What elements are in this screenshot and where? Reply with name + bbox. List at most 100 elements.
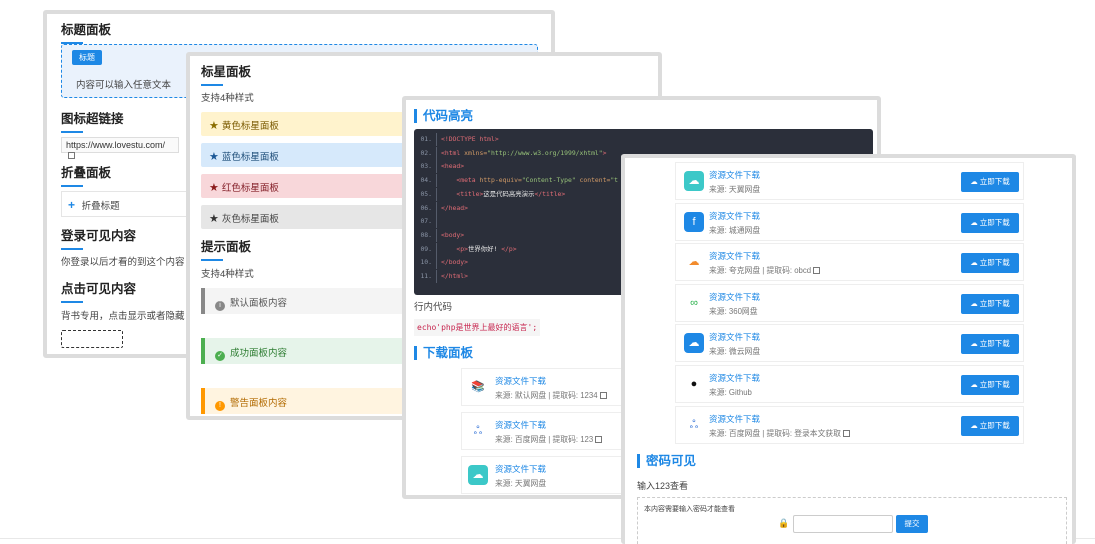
copy-icon[interactable] — [813, 267, 821, 275]
heading-underline — [201, 259, 223, 261]
line-number: 01. — [420, 135, 432, 143]
section-title-fold: 折叠面板 — [61, 162, 111, 187]
download-title-link[interactable]: 资源文件下载 — [709, 169, 760, 181]
section-title-panel: 标题面板 — [61, 19, 111, 44]
netdisk-icon: ☁ — [468, 465, 488, 485]
line-number: 04. — [420, 176, 432, 185]
netdisk-icon: ☁ — [684, 171, 704, 191]
download-now-button[interactable]: ☁ 立即下载 — [961, 334, 1019, 355]
download-source: 来源: 百度网盘 | 提取码: 登录本文获取 — [709, 428, 850, 439]
download-source: 来源: 城通网盘 — [709, 225, 760, 236]
panel-tag: 标题 — [72, 50, 102, 65]
password-input[interactable] — [793, 515, 893, 533]
copy-icon[interactable] — [595, 436, 603, 443]
download-now-button[interactable]: ☁ 立即下载 — [961, 172, 1019, 192]
line-number: 09. — [420, 244, 432, 253]
code-token: <meta — [456, 176, 480, 185]
section-heading: 点击可见内容 — [61, 282, 137, 296]
download-title-link[interactable]: 资源文件下载 — [495, 463, 546, 475]
star-subtitle: 支持4种样式 — [201, 93, 254, 104]
line-separator — [436, 256, 437, 270]
password-hint: 输入123查看 — [637, 481, 689, 491]
download-panel-title: 下载面板 — [414, 346, 473, 360]
copy-icon[interactable] — [599, 392, 607, 399]
download-now-button[interactable]: ☁ 立即下载 — [961, 293, 1019, 314]
netdisk-icon: f — [684, 211, 704, 232]
download-title-link[interactable]: 资源文件下载 — [709, 413, 760, 425]
code-token: xmlns= — [464, 148, 488, 157]
icon-hyperlink[interactable]: https://www.lovestu.com/ — [61, 137, 179, 159]
download-now-button[interactable]: ☁ 立即下载 — [961, 212, 1019, 233]
download-source: 来源: 默认网盘 | 提取码: 1234 — [495, 390, 607, 401]
tip-subtitle: 支持4种样式 — [201, 269, 254, 280]
external-link-icon — [68, 152, 75, 159]
code-token: "t — [610, 176, 619, 185]
download-source-text: 来源: 默认网盘 | 提取码: 1234 — [495, 391, 598, 400]
download-title-link[interactable]: 资源文件下载 — [709, 291, 760, 303]
download-item: 📚 资源文件下载 来源: 默认网盘 | 提取码: 1234 — [461, 368, 631, 406]
download-title-link[interactable]: 资源文件下载 — [495, 375, 546, 387]
download-source: 来源: 天翼网盘 — [495, 478, 546, 489]
heading-underline — [61, 248, 83, 250]
netdisk-icon: ∞ — [684, 292, 704, 313]
section-title-login: 登录可见内容 — [61, 225, 136, 250]
code-token: content= — [579, 176, 611, 185]
panel-card-downloads: ☁ 资源文件下载 来源: 天翼网盘 ☁ 立即下载 f 资源文件下载 来源: 城通网盘 ☁ 立即… — [621, 154, 1076, 544]
star-icon: ★ — [209, 120, 219, 132]
section-heading: 折叠面板 — [61, 166, 112, 180]
download-source-text: 来源: 微云网盘 — [709, 347, 761, 357]
line-number: 05. — [420, 189, 432, 198]
check-circle-icon: ✓ — [215, 351, 225, 361]
download-now-button[interactable]: ☁ 立即下载 — [961, 253, 1019, 274]
code-token: <p> — [456, 244, 468, 253]
star-panel-label: 灰色标星面板 — [221, 214, 279, 225]
code-token: 这是代码高亮演示 — [483, 189, 535, 198]
line-separator — [436, 215, 437, 229]
download-source-text: 来源: 天翼网盘 — [495, 479, 547, 488]
line-number: 08. — [420, 230, 432, 239]
heading-underline — [61, 131, 83, 133]
download-source-text: 来源: 天翼网盘 — [709, 185, 761, 194]
password-label: 本内容需要输入密码才能查看 — [644, 506, 735, 513]
section-heading: 标题面板 — [61, 23, 112, 37]
warning-icon: ! — [215, 401, 225, 411]
submit-button[interactable]: 提交 — [896, 515, 928, 533]
code-token: <html — [441, 148, 465, 157]
code-token: 世界你好! — [467, 244, 502, 253]
inline-code: echo'php是世界上最好的语言'; — [414, 319, 541, 336]
download-item: ☁ 资源文件下载 来源: 微云网盘 ☁ 立即下载 — [675, 324, 1024, 363]
download-source-text: 来源: 百度网盘 | 提取码: 登录本文获取 — [709, 428, 841, 438]
download-now-button[interactable]: ☁ 立即下载 — [961, 415, 1019, 436]
download-now-button[interactable]: ☁ 立即下载 — [961, 375, 1019, 395]
password-visible-title: 密码可见 — [637, 454, 696, 468]
download-title-link[interactable]: 资源文件下载 — [709, 210, 760, 222]
heading-underline — [61, 185, 83, 187]
download-source: 来源: 微云网盘 — [709, 346, 760, 357]
section-heading: 图标超链接 — [61, 112, 124, 126]
line-separator — [436, 174, 437, 188]
download-title-link[interactable]: 资源文件下载 — [495, 419, 546, 431]
line-separator — [436, 133, 437, 146]
download-title-link[interactable]: 资源文件下载 — [709, 372, 760, 384]
code-token: </title> — [534, 189, 566, 198]
click-reveal-button[interactable] — [61, 330, 123, 348]
line-separator — [436, 160, 437, 174]
netdisk-icon: ஃ — [684, 414, 704, 435]
download-title-link[interactable]: 资源文件下载 — [709, 250, 760, 262]
download-source: 来源: Github — [709, 387, 752, 398]
download-title-link[interactable]: 资源文件下载 — [709, 331, 760, 343]
info-icon: i — [215, 301, 225, 311]
download-item: ஃ 资源文件下载来源: 百度网盘 | 提取码: 登录本文获取 ☁ 立即下载 — [675, 405, 1024, 444]
download-item: ☁ 资源文件下载 来源: 天翼网盘 ☁ 立即下载 — [675, 162, 1024, 200]
section-title-tip: 提示面板 — [201, 236, 251, 261]
code-highlight-title: 代码高亮 — [414, 109, 473, 123]
star-panel-label: 黄色标星面板 — [221, 121, 279, 132]
link-text[interactable]: https://www.lovestu.com/ — [66, 140, 165, 150]
line-number: 02. — [420, 148, 432, 157]
copy-icon[interactable] — [842, 429, 850, 437]
star-panel-label: 蓝色标星面板 — [221, 152, 279, 163]
download-source-text: 来源: 360网盘 — [709, 306, 758, 316]
download-item: ஃ 资源文件下载 来源: 百度网盘 | 提取码: 123 — [461, 412, 631, 450]
download-item: ● 资源文件下载 来源: Github ☁ 立即下载 — [675, 365, 1024, 403]
